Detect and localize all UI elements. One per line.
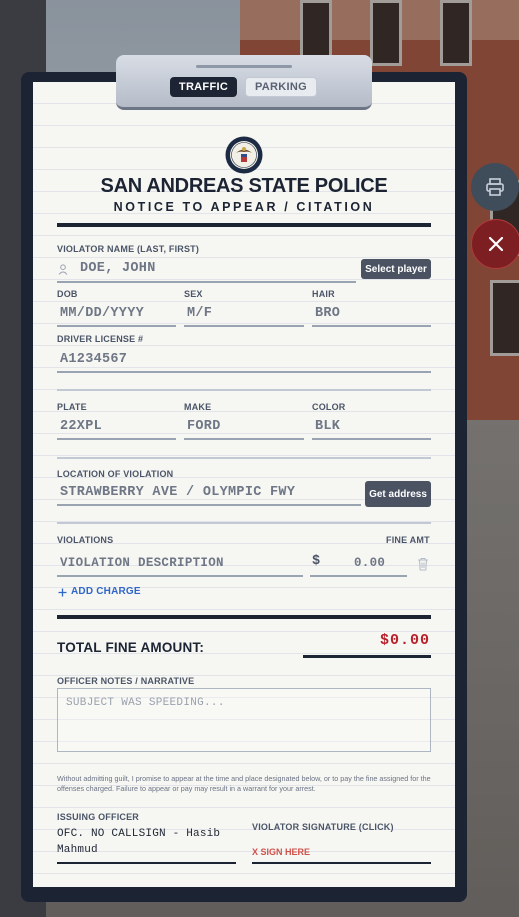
location-underline: [57, 504, 361, 506]
color-underline: [312, 438, 431, 440]
violator-name-underline: [57, 281, 356, 283]
license-underline: [57, 371, 431, 373]
currency-symbol: $: [312, 554, 321, 569]
select-player-button[interactable]: Select player: [361, 259, 431, 279]
get-address-button[interactable]: Get address: [365, 481, 431, 507]
tab-parking[interactable]: PARKING: [245, 77, 317, 97]
violator-signature-label: VIOLATOR SIGNATURE (CLICK): [252, 822, 394, 832]
plate-input[interactable]: 22XPL: [60, 419, 102, 434]
sex-input[interactable]: M/F: [187, 306, 212, 321]
add-charge-label: ADD CHARGE: [71, 586, 141, 597]
close-button[interactable]: [471, 219, 519, 269]
total-underline: [303, 655, 431, 658]
color-label: COLOR: [312, 402, 346, 412]
plate-underline: [57, 438, 176, 440]
issuing-officer-name: OFC. NO CALLSIGN - Hasib Mahmud: [57, 828, 221, 856]
officer-signature-line: [57, 862, 236, 864]
legal-disclaimer: Without admitting guilt, I promise to ap…: [57, 774, 431, 793]
print-icon: [486, 178, 504, 196]
add-charge-button[interactable]: ADD CHARGE: [57, 586, 147, 600]
section-divider: [57, 389, 431, 391]
officer-notes-label: OFFICER NOTES / NARRATIVE: [57, 676, 195, 686]
dob-underline: [57, 325, 176, 327]
tab-traffic[interactable]: TRAFFIC: [170, 77, 237, 97]
issuing-officer-label: ISSUING OFFICER: [57, 812, 140, 822]
person-icon: [58, 264, 68, 275]
license-label: DRIVER LICENSE #: [57, 334, 144, 344]
plus-icon: [58, 588, 67, 597]
fine-amount-input[interactable]: 0.00: [354, 556, 385, 570]
make-underline: [184, 438, 304, 440]
agency-title: SAN ANDREAS STATE POLICE: [100, 175, 388, 197]
section-divider: [57, 457, 431, 459]
dob-input[interactable]: MM/DD/YYYY: [60, 306, 144, 321]
officer-notes-placeholder: SUBJECT WAS SPEEDING...: [66, 697, 225, 709]
hair-underline: [312, 325, 431, 327]
make-label: MAKE: [184, 402, 212, 412]
violations-label: VIOLATIONS: [57, 535, 114, 545]
hair-label: HAIR: [312, 289, 335, 299]
sex-underline: [184, 325, 304, 327]
sex-label: SEX: [184, 289, 203, 299]
fine-amount-underline: [310, 575, 407, 577]
location-label: LOCATION OF VIOLATION: [57, 469, 174, 479]
violator-name-label: VIOLATOR NAME (LAST, FIRST): [57, 244, 200, 254]
violator-signature-line: [252, 862, 431, 864]
section-divider: [57, 522, 431, 524]
dob-label: DOB: [57, 289, 78, 299]
location-input[interactable]: STRAWBERRY AVE / OLYMPIC FWY: [60, 485, 295, 500]
total-fine-label: TOTAL FINE AMOUNT:: [57, 640, 205, 655]
violator-name-input[interactable]: DOE, JOHN: [80, 261, 156, 276]
seal-emblem: [225, 136, 263, 174]
license-input[interactable]: A1234567: [60, 352, 127, 367]
color-input[interactable]: BLK: [315, 419, 340, 434]
form-subtitle: NOTICE TO APPEAR / CITATION: [113, 200, 375, 214]
violator-signature-field[interactable]: X SIGN HERE: [252, 847, 310, 857]
plate-label: PLATE: [57, 402, 87, 412]
total-fine-value: $0.00: [379, 632, 430, 649]
drag-handle[interactable]: [196, 65, 292, 68]
violation-description-underline: [57, 575, 303, 577]
header-divider: [57, 223, 431, 227]
print-button[interactable]: [471, 163, 519, 211]
citation-type-tabs: TRAFFIC PARKING: [116, 55, 372, 110]
violation-description-input[interactable]: VIOLATION DESCRIPTION: [60, 556, 224, 570]
trash-icon[interactable]: [417, 557, 429, 571]
close-icon: [488, 236, 504, 252]
total-divider: [57, 615, 431, 619]
hair-input[interactable]: BRO: [315, 306, 340, 321]
fine-amount-label: FINE AMT: [386, 535, 430, 545]
make-input[interactable]: FORD: [187, 419, 221, 434]
